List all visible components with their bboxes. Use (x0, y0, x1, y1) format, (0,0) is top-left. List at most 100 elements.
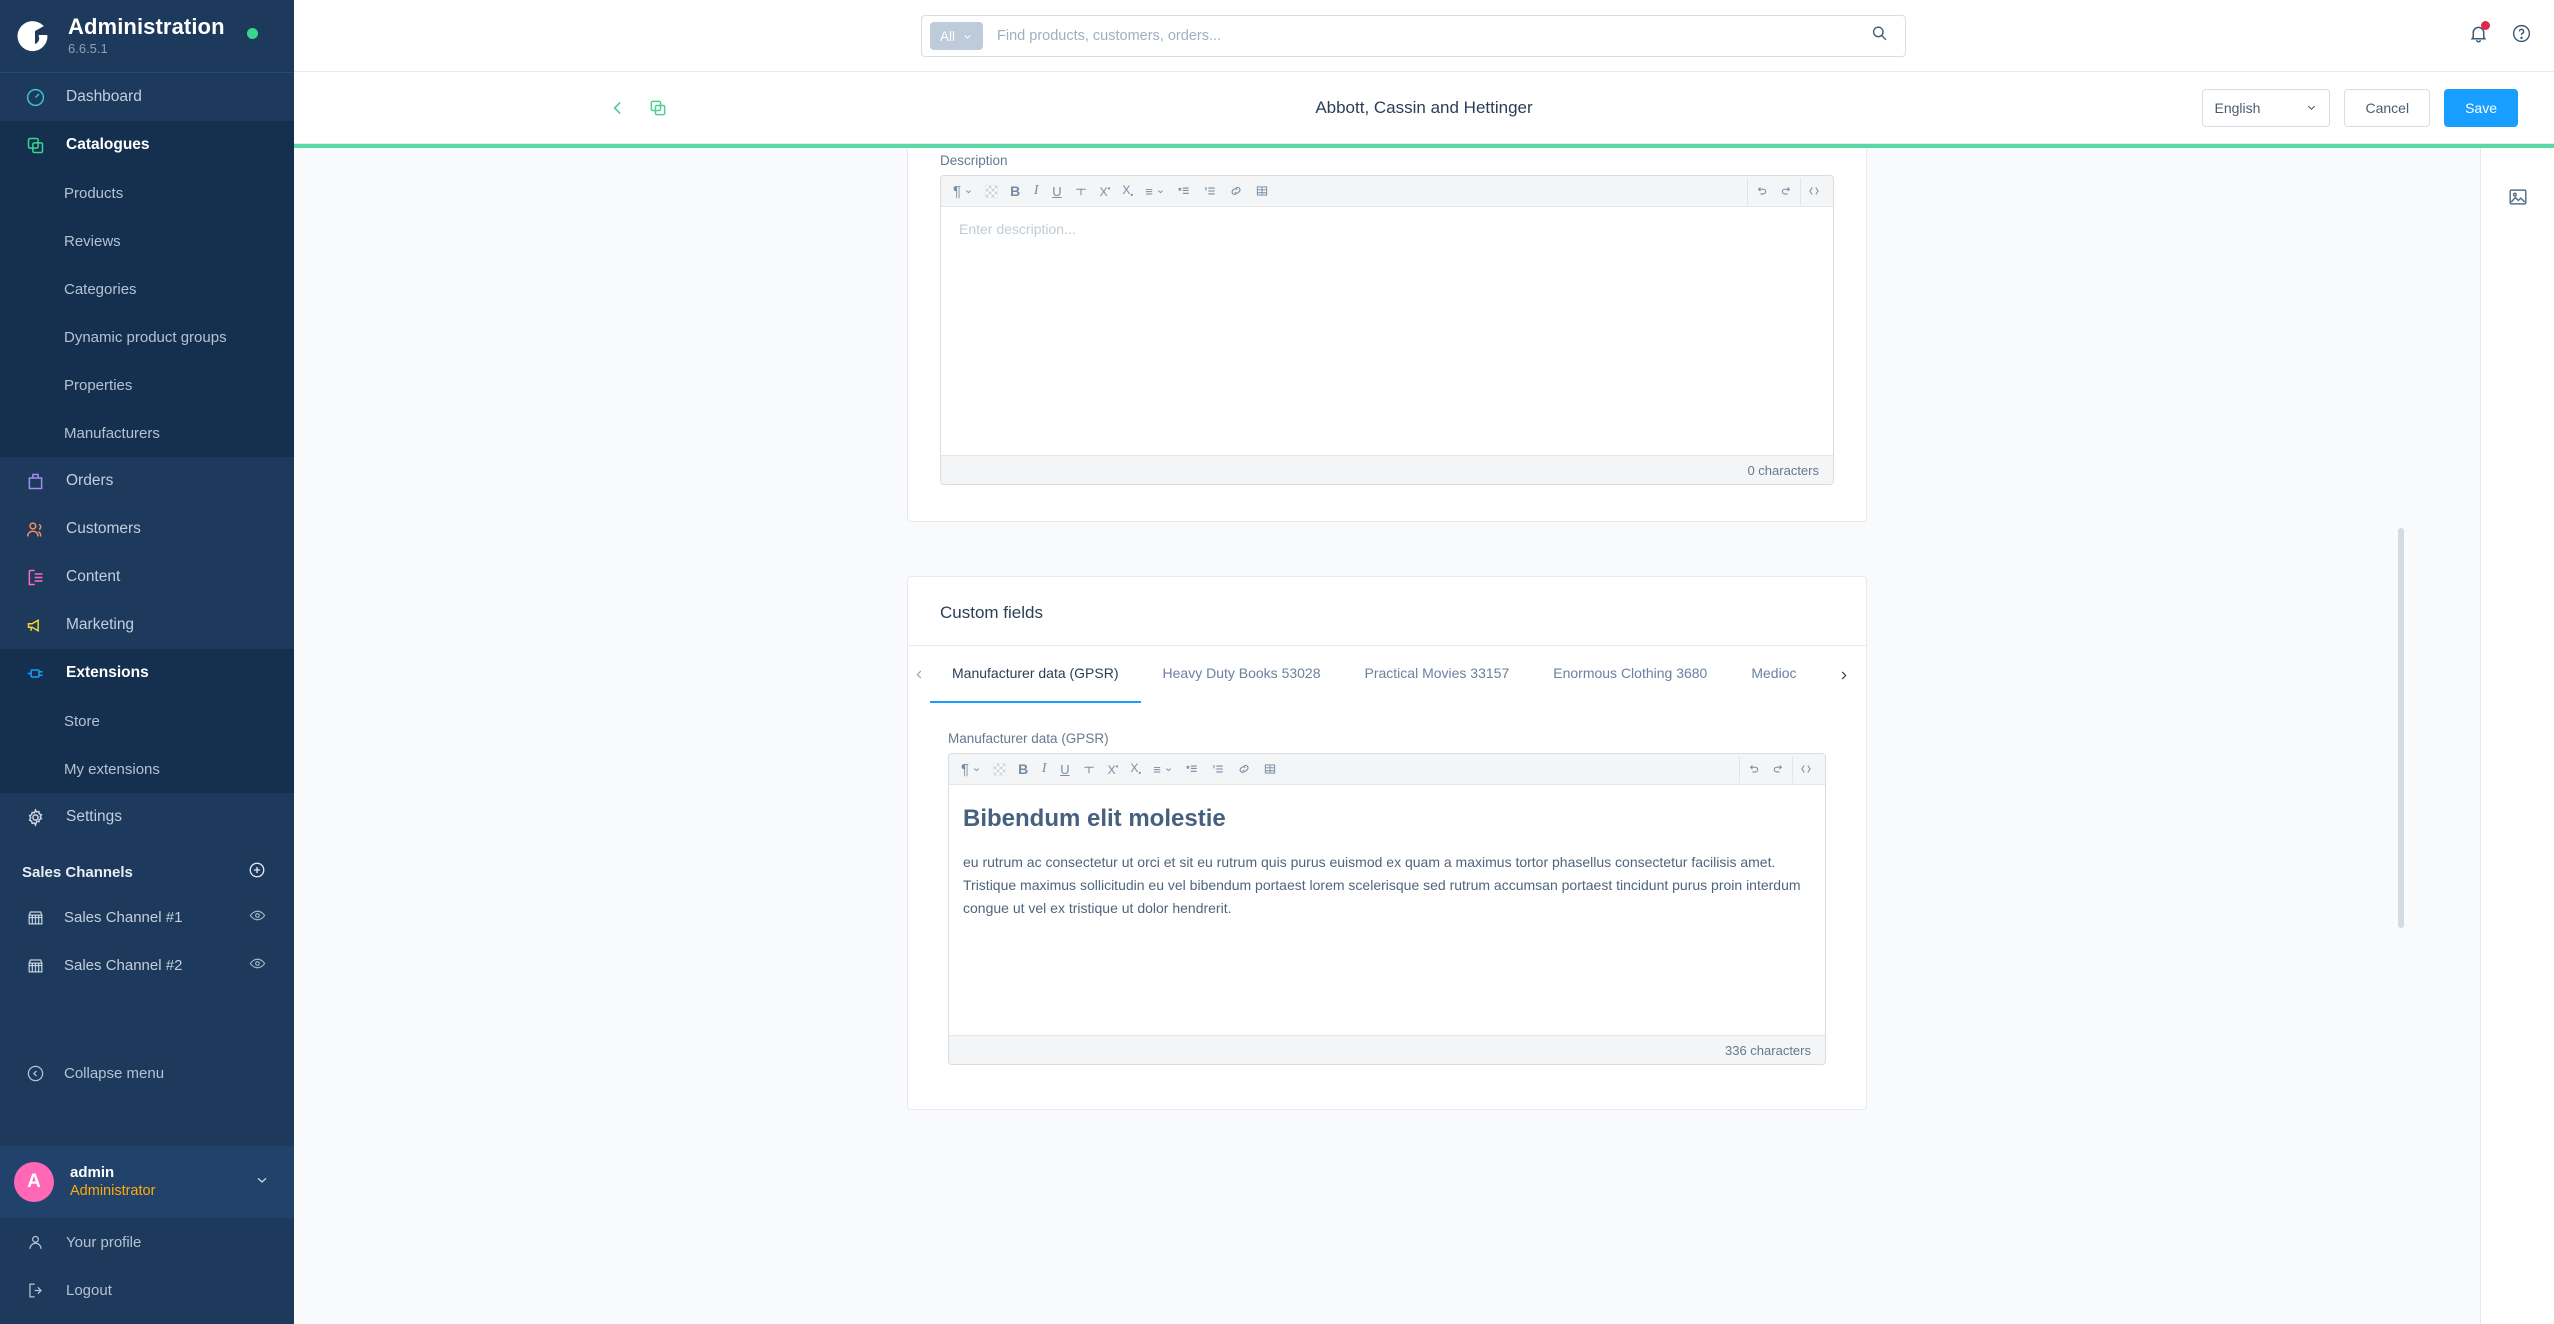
logout-item[interactable]: Logout (0, 1266, 294, 1314)
undo-icon[interactable] (1740, 756, 1766, 783)
description-char-count: 0 characters (941, 455, 1833, 484)
superscript-icon[interactable]: X• (1094, 178, 1117, 205)
italic-icon[interactable]: I (1026, 178, 1046, 205)
sidebar-item-marketing[interactable]: Marketing (0, 601, 294, 649)
tab-mediocre[interactable]: Medioc (1729, 646, 1818, 703)
sidebar-item-dynamic-product-groups[interactable]: Dynamic product groups (0, 313, 294, 361)
vertical-scrollbar[interactable] (2398, 528, 2404, 928)
bullet-list-icon[interactable] (1171, 178, 1197, 205)
back-button[interactable] (606, 96, 630, 120)
collapse-menu-button[interactable]: Collapse menu (0, 1049, 294, 1097)
media-image-icon[interactable] (2507, 186, 2529, 213)
eye-icon[interactable] (249, 907, 266, 928)
notification-badge-dot (2481, 20, 2490, 30)
tabs-scroll-left-icon[interactable] (908, 646, 930, 703)
paragraph-format-icon[interactable]: ¶ (955, 756, 987, 783)
sidebar-item-orders[interactable]: Orders (0, 457, 294, 505)
user-icon (22, 1229, 48, 1255)
dashboard-icon (22, 84, 48, 110)
bullet-list-icon[interactable] (1179, 756, 1205, 783)
sales-channel-item-1[interactable]: Sales Channel #1 (0, 893, 294, 941)
superscript-icon[interactable]: X• (1102, 756, 1125, 783)
sidebar-item-dashboard[interactable]: Dashboard (0, 73, 294, 121)
sidebar-group-extensions: Extensions Store My extensions (0, 649, 294, 793)
custom-field-paragraph: eu rutrum ac consectetur ut orci et sit … (963, 854, 1801, 917)
link-icon[interactable] (1223, 178, 1249, 205)
bold-icon[interactable]: B (1012, 756, 1034, 783)
tab-heavy-duty-books[interactable]: Heavy Duty Books 53028 (1141, 646, 1343, 703)
sidebar-item-extensions[interactable]: Extensions (0, 649, 294, 697)
underline-icon[interactable]: U (1046, 178, 1067, 205)
text-color-icon[interactable] (987, 756, 1012, 783)
user-name: admin (70, 1163, 115, 1181)
link-icon[interactable] (1231, 756, 1257, 783)
align-icon[interactable]: ≡ (1147, 756, 1179, 783)
tab-enormous-clothing[interactable]: Enormous Clothing 3680 (1531, 646, 1729, 703)
help-icon[interactable] (2511, 23, 2532, 49)
table-icon[interactable] (1257, 756, 1283, 783)
source-code-icon[interactable] (1793, 756, 1819, 783)
bold-icon[interactable]: B (1004, 178, 1026, 205)
storefront-icon (22, 904, 48, 930)
tabs-scroll-right-icon[interactable] (1832, 646, 1854, 703)
collapse-menu-label: Collapse menu (64, 1064, 165, 1082)
undo-icon[interactable] (1748, 178, 1774, 205)
sidebar-item-reviews[interactable]: Reviews (0, 217, 294, 265)
user-menu[interactable]: A admin Administrator (0, 1146, 294, 1218)
sales-channels-header: Sales Channels (0, 841, 294, 893)
sidebar-item-settings[interactable]: Settings (0, 793, 294, 841)
your-profile-item[interactable]: Your profile (0, 1218, 294, 1266)
sidebar-header: Administration 6.6.5.1 (0, 0, 294, 72)
text-color-icon[interactable] (979, 178, 1004, 205)
description-editor[interactable]: ¶ B I U X• X• ≡ Enter description... 0 c… (940, 175, 1834, 485)
ordered-list-icon[interactable] (1205, 756, 1231, 783)
redo-icon[interactable] (1766, 756, 1792, 783)
tab-practical-movies[interactable]: Practical Movies 33157 (1343, 646, 1532, 703)
redo-icon[interactable] (1774, 178, 1800, 205)
duplicate-button[interactable] (646, 96, 670, 120)
italic-icon[interactable]: I (1034, 756, 1054, 783)
search-input[interactable] (983, 28, 1870, 44)
chevron-down-icon (254, 1172, 270, 1193)
global-search[interactable]: All (921, 15, 1906, 57)
sidebar-item-properties[interactable]: Properties (0, 361, 294, 409)
cancel-button[interactable]: Cancel (2344, 88, 2431, 127)
strikethrough-icon[interactable] (1076, 756, 1102, 783)
app-title: Administration (68, 14, 225, 40)
search-scope-selector[interactable]: All (930, 22, 984, 50)
sidebar-item-catalogues[interactable]: Catalogues (0, 121, 294, 169)
notifications-bell-icon[interactable] (2468, 20, 2490, 49)
paragraph-format-icon[interactable]: ¶ (947, 178, 979, 205)
ordered-list-icon[interactable] (1197, 178, 1223, 205)
sidebar-item-products[interactable]: Products (0, 169, 294, 217)
tab-manufacturer-data-gpsr[interactable]: Manufacturer data (GPSR) (930, 646, 1141, 703)
custom-field-editor-body[interactable]: Bibendum elit molestie eu rutrum ac cons… (949, 785, 1825, 1035)
content-scroll-container: Description ¶ B I U X• X• ≡ Enter descri… (294, 148, 2480, 1324)
align-icon[interactable]: ≡ (1139, 178, 1171, 205)
sidebar-item-customers[interactable]: Customers (0, 505, 294, 553)
language-select[interactable]: English (2202, 88, 2331, 127)
add-sales-channel-icon[interactable] (248, 861, 266, 883)
subscript-icon[interactable]: X• (1124, 756, 1147, 783)
table-icon[interactable] (1249, 178, 1275, 205)
save-button[interactable]: Save (2444, 88, 2518, 127)
description-placeholder: Enter description... (959, 221, 1076, 237)
sidebar-item-my-extensions[interactable]: My extensions (0, 745, 294, 793)
extensions-icon (22, 660, 48, 686)
sidebar-item-store[interactable]: Store (0, 697, 294, 745)
eye-icon[interactable] (249, 955, 266, 976)
source-code-icon[interactable] (1801, 178, 1827, 205)
custom-fields-title: Custom fields (940, 603, 1043, 622)
subscript-icon[interactable]: X• (1116, 178, 1139, 205)
sales-channel-item-2[interactable]: Sales Channel #2 (0, 941, 294, 989)
sidebar-item-categories[interactable]: Categories (0, 265, 294, 313)
underline-icon[interactable]: U (1054, 756, 1075, 783)
logout-label: Logout (66, 1281, 112, 1299)
strikethrough-icon[interactable] (1068, 178, 1094, 205)
sidebar-item-manufacturers[interactable]: Manufacturers (0, 409, 294, 457)
custom-field-char-count: 336 characters (949, 1035, 1825, 1064)
custom-field-editor[interactable]: ¶ B I U X• X• ≡ Bibendum elit molestie e… (948, 753, 1826, 1065)
sidebar-item-content[interactable]: Content (0, 553, 294, 601)
description-editor-body[interactable]: Enter description... (941, 207, 1833, 455)
search-icon[interactable] (1870, 24, 1897, 48)
